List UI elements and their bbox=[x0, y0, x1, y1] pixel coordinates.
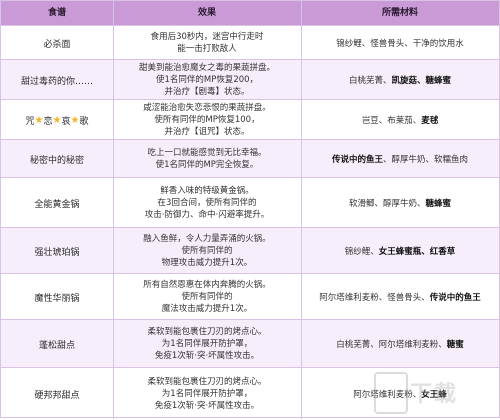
effect-line: 为1名同伴展开防护罩， bbox=[162, 388, 252, 400]
table-row: 咒★恋★哀★歌咸涩能治愈失恋悲恨的果蔬拼盘。使所有同伴的MP恢复100，并治疗【… bbox=[1, 99, 499, 140]
effect-line: 免疫1次斩·突·坏属性攻击。 bbox=[155, 350, 259, 362]
material-highlight: 凯旋菇、糖蜂蜜 bbox=[392, 74, 452, 86]
recipe-materials: 白桃芜菁、凯旋菇、糖蜂蜜 bbox=[301, 60, 499, 100]
effect-line: 物理攻击威力提升1次。 bbox=[162, 257, 252, 269]
recipe-effect: 吃上一口就能感觉到无比幸福。使1名同伴的MP完全恢复。 bbox=[113, 140, 301, 178]
effect-line: 食用后30秒内，迷宫中行走时 bbox=[151, 31, 264, 43]
recipe-name-part: 咒 bbox=[26, 114, 35, 127]
material-text: 岂豆、布莱茄、 bbox=[362, 114, 422, 126]
recipe-materials: 锦纱鲤、女王蜂蜜瓶、红香草 bbox=[301, 228, 499, 274]
watermark-text: 下载 bbox=[410, 376, 458, 408]
table-row: 魔性华丽锅所有自然恩惠在体内奔腾的火锅。使所有同伴的魔法攻击威力提升1次。阿尔塔… bbox=[1, 273, 499, 320]
table-row: 甜过毒药的你……甜美到能治愈魔女之毒的果蔬拼盘。使1名同伴的MP恢复200，并治… bbox=[1, 59, 499, 100]
table-row: 秘密中的秘密吃上一口就能感觉到无比幸福。使1名同伴的MP完全恢复。传说中的鱼王、… bbox=[1, 139, 499, 178]
table-row: 全能黄金锅鲜香入味的特级黄金锅。在3回合间，使所有同伴的攻击·防御力、命中·闪避… bbox=[1, 177, 499, 228]
recipe-materials: 软滑鲫、醇厚牛奶、糖蜂蜜 bbox=[301, 178, 499, 228]
recipe-name: 魔性华丽锅 bbox=[1, 274, 113, 320]
material-text: 白桃芜菁、 bbox=[349, 74, 392, 86]
table-row: 蓬松甜点柔软到能包裹住刀刃的烤点心。为1名同伴展开防护罩，免疫1次斩·突·坏属性… bbox=[1, 319, 499, 368]
recipe-effect: 所有自然恩惠在体内奔腾的火锅。使所有同伴的魔法攻击威力提升1次。 bbox=[113, 274, 301, 320]
material-text: 白桃芜菁、阿尔塔维利麦粉、 bbox=[336, 338, 447, 350]
effect-line: 使所有同伴的 bbox=[181, 245, 232, 257]
effect-line: 柔软到能包裹住刀刃的烤点心。 bbox=[147, 326, 266, 338]
effect-line: 使所有同伴的 bbox=[181, 291, 232, 303]
material-highlight: 传说中的鱼王 bbox=[332, 153, 383, 165]
recipe-materials: 锦纱鲤、怪兽骨头、干净的饮用水 bbox=[301, 26, 499, 60]
material-text: 锦纱鲤、 bbox=[345, 245, 379, 257]
effect-line: 鲜香入味的特级黄金锅。 bbox=[160, 185, 254, 197]
material-text: 软滑鲫、醇厚牛奶、 bbox=[349, 197, 426, 209]
recipe-effect: 食用后30秒内，迷宫中行走时能一击打败敌人 bbox=[113, 26, 301, 60]
recipe-effect: 甜美到能治愈魔女之毒的果蔬拼盘。使1名同伴的MP恢复200，并治疗【剧毒】状态。 bbox=[113, 60, 301, 100]
table-row: 强壮琥珀锅融入鱼鲜，令人力量弄涌的火锅。使所有同伴的物理攻击威力提升1次。锦纱鲤… bbox=[1, 227, 499, 274]
recipe-name-part: 哀 bbox=[61, 114, 70, 127]
recipe-name: 咒★恋★哀★歌 bbox=[1, 100, 113, 140]
recipe-name: 强壮琥珀锅 bbox=[1, 228, 113, 274]
effect-line: 能一击打败敌人 bbox=[177, 43, 237, 55]
recipe-name-part: 恋 bbox=[44, 114, 53, 127]
recipe-name-part: 歌 bbox=[79, 114, 88, 127]
header-materials: 所需材料 bbox=[301, 1, 499, 25]
recipe-effect: 柔软到能包裹住刀刃的烤点心。为1名同伴展开防护罩，免疫1次斩·突·坏属性攻击。 bbox=[113, 368, 301, 420]
recipe-effect: 鲜香入味的特级黄金锅。在3回合间，使所有同伴的攻击·防御力、命中·闪避率提升。 bbox=[113, 178, 301, 228]
material-highlight: 麦毬 bbox=[421, 114, 438, 126]
table-header: 食谱 效果 所需材料 bbox=[1, 1, 499, 25]
column-divider bbox=[301, 1, 302, 419]
effect-line: 并治疗【剧毒】状态。 bbox=[164, 86, 249, 98]
star-icon: ★ bbox=[53, 115, 62, 126]
effect-line: 并治疗【诅咒】状态。 bbox=[164, 126, 249, 138]
star-icon: ★ bbox=[35, 115, 44, 126]
material-text: 锦纱鲤、怪兽骨头、干净的饮用水 bbox=[336, 37, 464, 49]
column-divider bbox=[113, 1, 114, 419]
recipe-name: 硬邦邦甜点 bbox=[1, 368, 113, 420]
recipe-effect: 柔软到能包裹住刀刃的烤点心。为1名同伴展开防护罩，免疫1次斩·突·坏属性攻击。 bbox=[113, 320, 301, 368]
recipe-effect: 咸涩能治愈失恋悲恨的果蔬拼盘。使所有同伴的MP恢复100，并治疗【诅咒】状态。 bbox=[113, 100, 301, 140]
recipe-materials: 传说中的鱼王、醇厚牛奶、软糯鱼肉 bbox=[301, 140, 499, 178]
effect-line: 融入鱼鲜，令人力量弄涌的火锅。 bbox=[143, 233, 271, 245]
effect-line: 在3回合间，使所有同伴的 bbox=[158, 197, 257, 209]
effect-line: 使所有同伴的MP恢复100， bbox=[154, 114, 259, 126]
star-icon: ★ bbox=[71, 115, 80, 126]
material-highlight: 糖蜜 bbox=[447, 338, 464, 350]
effect-line: 为1名同伴展开防护罩， bbox=[162, 338, 252, 350]
effect-line: 攻击·防御力、命中·闪避率提升。 bbox=[145, 209, 269, 221]
effect-line: 使1名同伴的MP完全恢复。 bbox=[156, 159, 259, 171]
recipe-name: 甜过毒药的你…… bbox=[1, 60, 113, 100]
material-highlight: 传说中的鱼王 bbox=[430, 291, 481, 303]
effect-line: 咸涩能治愈失恋悲恨的果蔬拼盘。 bbox=[143, 102, 271, 114]
effect-line: 魔法攻击威力提升1次。 bbox=[162, 303, 252, 315]
recipe-materials: 岂豆、布莱茄、麦毬 bbox=[301, 100, 499, 140]
site-logo-icon bbox=[374, 372, 408, 414]
recipe-effect: 融入鱼鲜，令人力量弄涌的火锅。使所有同伴的物理攻击威力提升1次。 bbox=[113, 228, 301, 274]
recipe-name: 蓬松甜点 bbox=[1, 320, 113, 368]
recipe-table: 食谱 效果 所需材料 必杀面食用后30秒内，迷宫中行走时能一击打败敌人锦纱鲤、怪… bbox=[0, 0, 500, 418]
recipe-name: 秘密中的秘密 bbox=[1, 140, 113, 178]
effect-line: 甜美到能治愈魔女之毒的果蔬拼盘。 bbox=[139, 62, 275, 74]
recipe-materials: 白桃芜菁、阿尔塔维利麦粉、糖蜜 bbox=[301, 320, 499, 368]
material-text: 、醇厚牛奶、软糯鱼肉 bbox=[383, 153, 468, 165]
material-text: 阿尔塔维利麦粉、怪兽骨头、 bbox=[319, 291, 430, 303]
header-effect: 效果 bbox=[113, 1, 301, 25]
table-row: 必杀面食用后30秒内，迷宫中行走时能一击打败敌人锦纱鲤、怪兽骨头、干净的饮用水 bbox=[1, 25, 499, 60]
effect-line: 吃上一口就能感觉到无比幸福。 bbox=[147, 147, 266, 159]
material-highlight: 女王蜂蜜瓶、红香草 bbox=[379, 245, 456, 257]
material-highlight: 糖蜂蜜 bbox=[426, 197, 452, 209]
effect-line: 所有自然恩惠在体内奔腾的火锅。 bbox=[143, 279, 271, 291]
effect-line: 使1名同伴的MP恢复200， bbox=[156, 74, 258, 86]
recipe-materials: 阿尔塔维利麦粉、怪兽骨头、传说中的鱼王 bbox=[301, 274, 499, 320]
header-recipe: 食谱 bbox=[1, 1, 113, 25]
recipe-name: 必杀面 bbox=[1, 26, 113, 60]
effect-line: 免疫1次斩·突·坏属性攻击。 bbox=[155, 400, 259, 412]
recipe-name: 全能黄金锅 bbox=[1, 178, 113, 228]
effect-line: 柔软到能包裹住刀刃的烤点心。 bbox=[147, 376, 266, 388]
watermark: 下载 bbox=[374, 370, 494, 414]
